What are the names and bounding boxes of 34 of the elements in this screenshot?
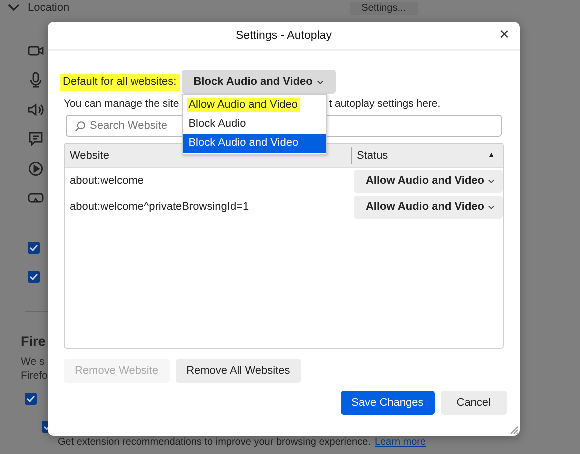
section-title: Fire xyxy=(21,334,47,349)
table-cell-text: about:welcome xyxy=(69,175,145,187)
save-button[interactable]: Save Changes xyxy=(340,391,435,415)
status-dropdown[interactable]: Allow Audio and Video xyxy=(354,196,503,218)
table-cell-text: about:welcome^privateBrowsingId=1 xyxy=(69,201,250,213)
checkbox[interactable] xyxy=(28,270,40,282)
section-text: We s xyxy=(21,355,45,369)
message-icon xyxy=(28,131,44,148)
chevron-down-icon xyxy=(316,80,324,84)
settings-button[interactable]: Settings... xyxy=(350,2,418,14)
description-text: You can manage the site xyxy=(64,98,180,110)
close-button[interactable]: ✕ xyxy=(495,27,514,42)
default-label: Default for all websites: xyxy=(60,74,180,90)
status-dropdown[interactable]: Allow Audio and Video xyxy=(354,170,503,192)
column-header[interactable]: Website xyxy=(65,147,352,164)
speaker-icon xyxy=(28,102,44,118)
section-text: Firefo xyxy=(21,369,48,383)
play-icon xyxy=(28,160,44,177)
location-label: Location xyxy=(28,2,70,14)
dialog-title: Settings - Autoplay xyxy=(236,30,332,42)
default-dropdown[interactable]: Block Audio and Video xyxy=(182,70,336,94)
checkbox[interactable] xyxy=(28,242,40,254)
microphone-icon xyxy=(28,72,44,88)
remove-all-websites-button[interactable]: Remove All Websites xyxy=(176,359,302,383)
cancel-button[interactable]: Cancel xyxy=(440,391,507,415)
description-text: Get extension recommendations to improve your browsing experience. xyxy=(58,437,371,449)
chevron-down-icon xyxy=(488,204,495,210)
search-icon xyxy=(75,120,86,132)
description-text: t autoplay settings here. xyxy=(329,98,441,110)
resize-grip-icon[interactable] xyxy=(509,425,519,435)
dropdown-option[interactable]: Block Audio and Video xyxy=(182,134,326,153)
chevron-down-icon xyxy=(8,4,20,12)
checkbox[interactable] xyxy=(25,393,37,405)
chevron-down-icon xyxy=(488,178,495,184)
